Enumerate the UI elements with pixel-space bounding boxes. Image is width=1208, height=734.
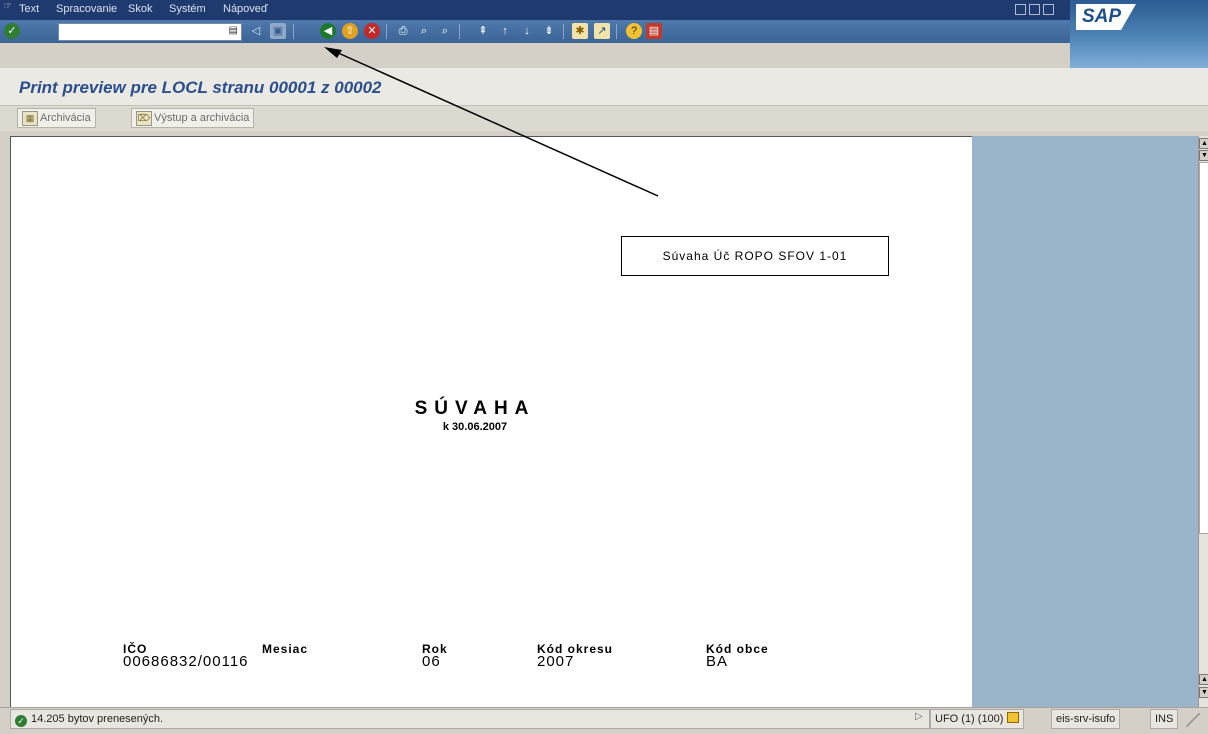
success-icon: ✓ <box>15 715 27 727</box>
output-and-archive-button[interactable]: ⌦ Výstup a archivácia <box>131 108 255 128</box>
sap-logo-area: SAP <box>1070 0 1208 68</box>
sap-logo: SAP <box>1076 4 1136 30</box>
menu-item-spracovanie[interactable]: Spracovanie <box>56 3 117 15</box>
command-input[interactable] <box>59 25 223 39</box>
last-page-icon[interactable]: ⇟ <box>541 23 557 39</box>
scroll-page-up-icon[interactable]: ▼ <box>1199 150 1208 161</box>
field-value-kod-okresu: 2007 <box>537 653 575 670</box>
next-page-icon[interactable]: ↓ <box>519 23 535 39</box>
system-menu-icon[interactable]: ☞ <box>3 1 12 12</box>
back-arrow-icon[interactable]: ◁ <box>248 23 264 39</box>
menu-item-text[interactable]: Text <box>19 3 39 15</box>
status-mode[interactable]: INS <box>1150 709 1179 729</box>
scroll-thumb[interactable] <box>1199 162 1208 534</box>
find-icon[interactable]: ⌕ <box>416 23 432 39</box>
archive-button[interactable]: ▦ Archivácia <box>17 108 96 128</box>
shortcut-icon[interactable]: ↗ <box>594 23 610 39</box>
document-heading: SÚVAHA <box>414 398 536 419</box>
print-icon[interactable]: ⎙ <box>395 23 411 39</box>
help-icon[interactable]: ? <box>626 23 642 39</box>
exit-icon[interactable]: ⇧ <box>342 23 358 39</box>
enter-icon[interactable]: ✓ <box>4 23 20 39</box>
side-panel <box>972 136 1198 707</box>
field-value-kod-obce: BA <box>706 653 729 670</box>
window-controls <box>1015 4 1057 18</box>
status-server: eis-srv-isufo <box>1051 709 1121 729</box>
maximize-icon[interactable] <box>1029 4 1040 15</box>
scroll-down-icon[interactable]: ▼ <box>1199 687 1208 698</box>
field-value-ico: 00686832/00116 <box>123 653 249 670</box>
document-date: k 30.06.2007 <box>442 421 508 433</box>
field-value-rok: 06 <box>422 653 441 670</box>
archive-button-label: Archivácia <box>40 112 91 124</box>
command-field[interactable]: ▤ <box>58 23 242 41</box>
command-history-icon[interactable]: ▤ <box>229 25 238 36</box>
status-expand-icon[interactable]: ▷ <box>915 711 923 722</box>
previous-page-icon[interactable]: ↑ <box>497 23 513 39</box>
field-label-mesiac: Mesiac <box>262 642 309 656</box>
find-next-icon[interactable]: ⌕ <box>437 23 453 39</box>
save-icon[interactable]: ▣ <box>270 23 286 39</box>
layout-menu-icon[interactable]: ▤ <box>646 23 662 39</box>
first-page-icon[interactable]: ⇞ <box>475 23 491 39</box>
status-message-text: 14.205 bytov prenesených. <box>31 713 164 725</box>
scroll-up-icon[interactable]: ▲ <box>1199 138 1208 149</box>
menu-item-system[interactable]: Systém <box>169 3 206 15</box>
system-info-icon[interactable] <box>1006 712 1019 723</box>
cancel-icon[interactable]: ✕ <box>364 23 380 39</box>
status-system: UFO (1) (100) <box>930 709 1024 729</box>
status-message: ✓ 14.205 bytov prenesených. <box>10 709 930 729</box>
menu-item-skok[interactable]: Skok <box>128 3 152 15</box>
output-and-archive-label: Výstup a archivácia <box>154 112 250 124</box>
menu-item-napoved[interactable]: Nápoveď <box>223 3 268 15</box>
output-icon: ⌦ <box>136 111 152 126</box>
scroll-page-down-icon[interactable]: ▲ <box>1199 674 1208 685</box>
archive-icon: ▦ <box>22 111 38 126</box>
vertical-scrollbar[interactable]: ▲ ▼ ▲ ▼ <box>1198 136 1208 707</box>
back-icon[interactable]: ◀ <box>320 23 336 39</box>
page-title: Print preview pre LOCL stranu 00001 z 00… <box>19 78 382 97</box>
close-icon[interactable] <box>1043 4 1054 15</box>
minimize-icon[interactable] <box>1015 4 1026 15</box>
resize-grip[interactable] <box>1186 713 1200 727</box>
form-id-box: Súvaha Úč ROPO SFOV 1-01 <box>621 236 889 276</box>
create-session-icon[interactable]: ✱ <box>572 23 588 39</box>
